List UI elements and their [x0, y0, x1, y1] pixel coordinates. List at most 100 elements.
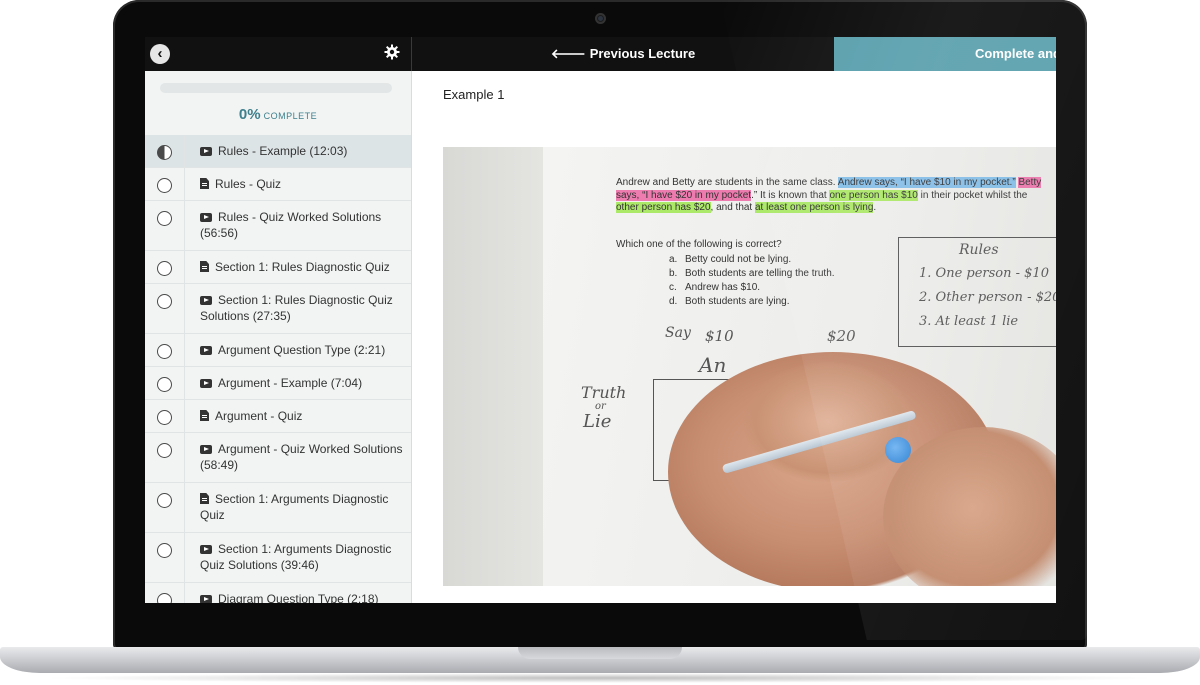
lecture-list-item[interactable]: Diagram Question Type (2:18): [145, 582, 411, 603]
lecture-list-item[interactable]: Rules - Quiz Worked Solutions (56:56): [145, 200, 411, 250]
answer-option: c. Andrew has $10.: [669, 281, 835, 295]
answer-option: d. Both students are lying.: [669, 295, 835, 309]
app-screen: ‹ 🡐 Previous Lecture Complete and 0% COM…: [145, 37, 1056, 603]
document-icon: [200, 410, 209, 421]
question-text: Which one of the following is correct?: [616, 239, 782, 250]
option-text: Both students are lying.: [685, 296, 790, 307]
lecture-item-label: Rules - Quiz: [215, 177, 282, 191]
andrew-label: An: [699, 353, 727, 377]
lecture-item-text: Section 1: Rules Diagnostic Quiz: [200, 259, 407, 275]
rule-line: 2. Other person - $20: [919, 290, 1056, 305]
item-divider: [184, 168, 185, 200]
lecture-item-label: Argument - Example (7:04): [218, 376, 363, 390]
answer-options: a. Betty could not be lying. b. Both studen…: [669, 253, 835, 309]
highlighted-text: other person has $20: [616, 202, 711, 213]
progress-label: COMPLETE: [263, 111, 318, 121]
document-icon: [200, 261, 209, 272]
lecture-title: Example 1: [443, 87, 505, 102]
lecture-item-label: Section 1: Arguments Diagnostic Quiz: [200, 492, 389, 522]
lecture-list-item[interactable]: Section 1: Arguments Diagnostic Quiz Sol…: [145, 532, 411, 582]
lecture-item-label: Argument - Quiz Worked Solutions (58:49): [200, 442, 403, 472]
lecture-content: Example 1 Andrew and Betty are students …: [412, 71, 1056, 603]
item-divider: [184, 583, 185, 603]
complete-label: Complete and: [975, 46, 1056, 61]
item-divider: [184, 533, 185, 582]
item-divider: [184, 201, 185, 250]
option-text: Betty could not be lying.: [685, 254, 792, 265]
incomplete-status-icon: [157, 543, 172, 558]
camera-icon: [595, 13, 606, 24]
in-progress-status-icon: [157, 145, 172, 160]
laptop-notch: [518, 647, 682, 659]
lecture-list-item[interactable]: Rules - Quiz: [145, 167, 411, 200]
lecture-list-item[interactable]: Argument - Quiz Worked Solutions (58:49): [145, 432, 411, 482]
previous-lecture-button[interactable]: 🡐 Previous Lecture: [412, 37, 834, 71]
option-letter: c.: [669, 282, 677, 293]
pen-cap-image: [885, 437, 911, 463]
lecture-item-label: Diagram Question Type (2:18): [218, 592, 379, 603]
answer-option: b. Both students are telling the truth.: [669, 267, 835, 281]
lecture-item-text: Argument - Example (7:04): [200, 375, 407, 391]
lecture-item-text: Rules - Quiz Worked Solutions (56:56): [200, 209, 407, 241]
item-divider: [184, 251, 185, 283]
incomplete-status-icon: [157, 377, 172, 392]
lecture-item-label: Rules - Quiz Worked Solutions (56:56): [200, 210, 382, 240]
laptop-base: [0, 647, 1200, 685]
lecture-list-item[interactable]: Rules - Example (12:03): [145, 134, 411, 167]
highlighted-text: Andrew says, “I have $10 in my pocket.”: [837, 177, 1016, 188]
option-letter: a.: [669, 254, 678, 265]
document-icon: [200, 178, 209, 189]
lecture-list-item[interactable]: Argument - Quiz: [145, 399, 411, 432]
incomplete-status-icon: [157, 410, 172, 425]
lecture-list-item[interactable]: Section 1: Arguments Diagnostic Quiz: [145, 482, 411, 532]
option-text: Andrew has $10.: [685, 282, 761, 293]
gear-icon: [384, 44, 400, 60]
option-letter: d.: [669, 296, 678, 307]
lecture-list-item[interactable]: Section 1: Rules Diagnostic Quiz Solutio…: [145, 283, 411, 333]
incomplete-status-icon: [157, 211, 172, 226]
laptop-shadow: [40, 673, 1160, 683]
document-icon: [200, 493, 209, 504]
problem-statement: Andrew and Betty are students in the sam…: [616, 177, 1046, 215]
problem-text: in their pocket whilst the: [917, 189, 1028, 201]
course-sidebar: 0% COMPLETE Rules - Example (12:03) Rules …: [145, 71, 412, 603]
rules-title: Rules: [959, 242, 999, 258]
incomplete-status-icon: [157, 178, 172, 193]
say-value-andrew: $10: [705, 327, 734, 345]
lecture-item-text: Section 1: Rules Diagnostic Quiz Solutio…: [200, 292, 407, 324]
rules-box: Rules 1. One person - $10 2. Other perso…: [898, 237, 1056, 347]
previous-lecture-label: Previous Lecture: [589, 46, 696, 61]
truth-label: Truth: [581, 383, 627, 402]
lecture-item-text: Diagram Question Type (2:18): [200, 591, 407, 603]
lecture-item-text: Argument - Quiz Worked Solutions (58:49): [200, 441, 407, 473]
video-icon: [200, 445, 212, 454]
lecture-list-item[interactable]: Argument Question Type (2:21): [145, 333, 411, 366]
progress-section: 0% COMPLETE: [145, 71, 411, 135]
lecture-item-text: Section 1: Arguments Diagnostic Quiz: [200, 491, 407, 523]
progress-text: 0% COMPLETE: [145, 106, 411, 124]
back-button[interactable]: ‹: [150, 44, 170, 64]
video-icon: [200, 379, 212, 388]
lecture-item-label: Section 1: Arguments Diagnostic Quiz Sol…: [200, 542, 392, 572]
answer-option: a. Betty could not be lying.: [669, 253, 835, 267]
item-divider: [184, 334, 185, 366]
video-icon: [200, 296, 212, 305]
video-icon: [200, 147, 212, 156]
problem-text: .” It is known that: [751, 189, 830, 201]
video-icon: [200, 346, 212, 355]
complete-and-continue-button[interactable]: Complete and: [834, 37, 1056, 71]
problem-text: Andrew and Betty are students in the sam…: [616, 177, 838, 188]
option-text: Both students are telling the truth.: [685, 268, 835, 279]
settings-button[interactable]: [384, 44, 400, 60]
lie-label: Lie: [583, 411, 612, 432]
lecture-item-text: Rules - Example (12:03): [200, 143, 407, 159]
arrow-left-icon: 🡐: [550, 46, 586, 61]
lecture-item-text: Argument - Quiz: [200, 408, 407, 424]
chevron-left-icon: ‹: [157, 45, 163, 62]
lecture-list-item[interactable]: Argument - Example (7:04): [145, 366, 411, 399]
lecture-list-item[interactable]: Section 1: Rules Diagnostic Quiz: [145, 250, 411, 283]
item-divider: [184, 367, 185, 399]
lecture-item-label: Rules - Example (12:03): [218, 144, 348, 158]
video-player[interactable]: Andrew and Betty are students in the sam…: [443, 147, 1056, 586]
option-letter: b.: [669, 268, 678, 279]
